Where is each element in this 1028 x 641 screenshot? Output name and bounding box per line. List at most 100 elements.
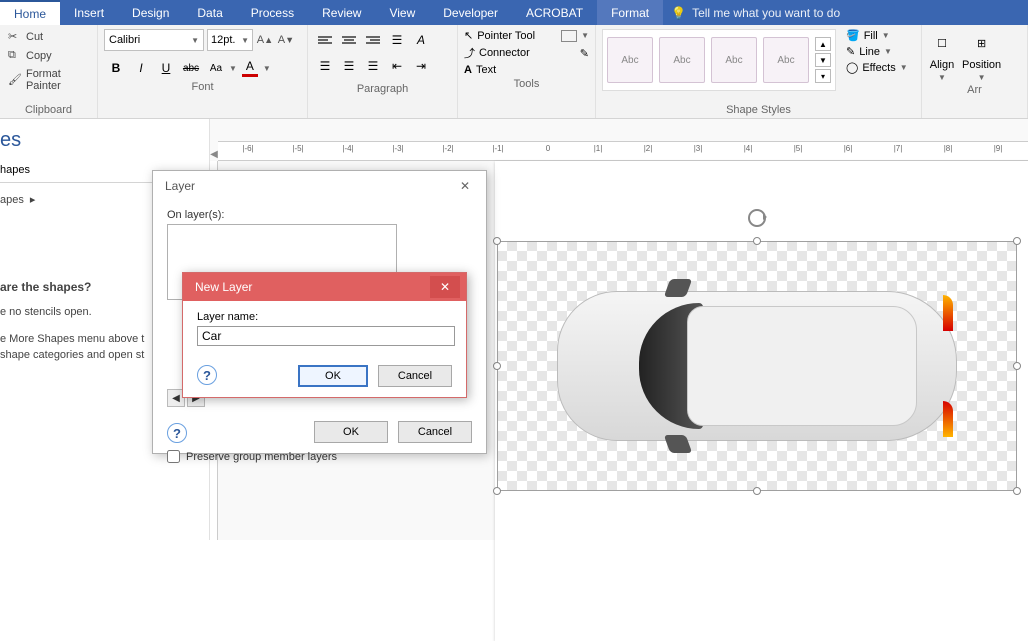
gallery-up-button[interactable]: ▲ [815, 37, 831, 51]
shape-style-swatch[interactable]: Abc [659, 37, 705, 83]
pointer-label: Pointer Tool [477, 30, 535, 42]
brush-icon: 🖌 [8, 73, 22, 87]
more-shapes-label: apes [0, 194, 24, 206]
resize-handle-sw[interactable] [493, 487, 501, 495]
align-button[interactable]: ☐ Align ▼ [928, 29, 956, 82]
resize-handle-ne[interactable] [1013, 237, 1021, 245]
copy-label: Copy [26, 50, 52, 62]
text-tool-button[interactable]: AText [464, 64, 589, 76]
align-middle-button[interactable]: ☰ [338, 55, 360, 77]
new-layer-close-button[interactable]: ✕ [430, 276, 460, 298]
pointer-tool-button[interactable]: ↖Pointer Tool▼ [464, 29, 589, 42]
layer-name-input[interactable] [197, 326, 455, 346]
resize-handle-n[interactable] [753, 237, 761, 245]
bold-button[interactable]: B [104, 57, 128, 79]
arrange-group-label: Arr [928, 82, 1021, 98]
preserve-members-checkbox[interactable] [167, 450, 180, 463]
gallery-more-button[interactable]: ▾ [815, 69, 831, 83]
bullets-button[interactable]: ☰ [386, 29, 408, 51]
group-shape-styles: Abc Abc Abc Abc ▲ ▼ ▾ 🪣Fill▼ ✎Line▼ ◯Eff… [596, 25, 922, 118]
resize-handle-w[interactable] [493, 362, 501, 370]
tab-insert[interactable]: Insert [60, 0, 118, 25]
ruler-mark: |9| [994, 144, 1003, 153]
font-size-select[interactable]: 12pt.▼ [207, 29, 253, 51]
ruler-mark: |8| [944, 144, 953, 153]
tab-data[interactable]: Data [183, 0, 236, 25]
line-button[interactable]: ✎Line▼ [846, 45, 908, 58]
layer-cancel-button[interactable]: Cancel [398, 421, 472, 443]
grow-font-button[interactable]: A▲ [256, 29, 274, 51]
freeform-icon[interactable]: ✎ [580, 47, 589, 60]
copy-button[interactable]: ⧉ Copy [6, 48, 91, 64]
tab-home[interactable]: Home [0, 0, 60, 25]
shapes-pane-title: es [0, 119, 209, 158]
decrease-indent-button[interactable]: ⇤ [386, 55, 408, 77]
new-layer-ok-button[interactable]: OK [298, 365, 368, 387]
layer-dialog-close-button[interactable]: ✕ [450, 174, 480, 198]
resize-handle-nw[interactable] [493, 237, 501, 245]
align-center-button[interactable] [338, 29, 360, 51]
ribbon-tabs: Home Insert Design Data Process Review V… [0, 0, 1028, 25]
new-layer-cancel-button[interactable]: Cancel [378, 365, 452, 387]
ruler-mark: |4| [744, 144, 753, 153]
scroll-left-button[interactable]: ◀ [210, 147, 218, 161]
shape-style-swatch[interactable]: Abc [763, 37, 809, 83]
connector-button[interactable]: ⤴Connector✎ [464, 45, 589, 61]
tab-design[interactable]: Design [118, 0, 183, 25]
align-right-button[interactable] [362, 29, 384, 51]
help-icon[interactable]: ? [197, 365, 217, 385]
line-label: Line [859, 46, 880, 58]
ruler-mark: |7| [894, 144, 903, 153]
tab-view[interactable]: View [375, 0, 429, 25]
group-tools: ↖Pointer Tool▼ ⤴Connector✎ AText Tools [458, 25, 596, 118]
ruler-mark: |6| [844, 144, 853, 153]
ruler-mark: |1| [594, 144, 603, 153]
format-painter-button[interactable]: 🖌Format Painter [6, 67, 91, 93]
tab-format[interactable]: Format [597, 0, 663, 25]
gallery-down-button[interactable]: ▼ [815, 53, 831, 67]
layer-ok-button[interactable]: OK [314, 421, 388, 443]
tab-review[interactable]: Review [308, 0, 375, 25]
ruler-mark: |-6| [242, 144, 253, 153]
drawing-page[interactable] [495, 161, 1028, 641]
layer-dialog-titlebar[interactable]: Layer ✕ [153, 171, 486, 201]
tell-me-search[interactable]: 💡 Tell me what you want to do [671, 0, 840, 25]
align-left-button[interactable] [314, 29, 336, 51]
selection-box[interactable] [497, 241, 1017, 491]
new-layer-titlebar[interactable]: New Layer ✕ [183, 273, 466, 301]
align-bottom-button[interactable]: ☰ [362, 55, 384, 77]
change-case-button[interactable]: Aa [204, 57, 228, 79]
chevron-down-icon: ▼ [978, 73, 986, 82]
copy-icon: ⧉ [8, 49, 22, 63]
resize-handle-s[interactable] [753, 487, 761, 495]
tab-developer[interactable]: Developer [429, 0, 512, 25]
ruler-mark: |-1| [492, 144, 503, 153]
help-icon[interactable]: ? [167, 423, 187, 443]
font-color-button[interactable]: A [238, 57, 262, 79]
effects-button[interactable]: ◯Effects▼ [846, 61, 908, 74]
text-direction-button[interactable]: A [410, 29, 432, 51]
rectangle-icon[interactable] [561, 30, 577, 42]
fill-button[interactable]: 🪣Fill▼ [846, 29, 908, 42]
cut-button[interactable]: ✂Cut [6, 29, 91, 45]
pen-icon: ✎ [846, 45, 855, 58]
italic-button[interactable]: I [129, 57, 153, 79]
group-paragraph: ☰ A ☰ ☰ ☰ ⇤ ⇥ Paragraph [308, 25, 458, 118]
effects-icon: ◯ [846, 61, 858, 74]
strike-button[interactable]: abc [179, 57, 203, 79]
resize-handle-e[interactable] [1013, 362, 1021, 370]
shape-style-swatch[interactable]: Abc [711, 37, 757, 83]
rotate-handle[interactable] [748, 209, 766, 227]
align-top-button[interactable]: ☰ [314, 55, 336, 77]
ruler-mark: |-4| [342, 144, 353, 153]
font-name-select[interactable]: Calibri▼ [104, 29, 204, 51]
tab-process[interactable]: Process [237, 0, 308, 25]
connector-label: Connector [479, 47, 530, 59]
shrink-font-button[interactable]: A▼ [277, 29, 295, 51]
underline-button[interactable]: U [154, 57, 178, 79]
tab-acrobat[interactable]: ACROBAT [512, 0, 597, 25]
position-button[interactable]: ⊞ Position ▼ [962, 29, 1001, 82]
increase-indent-button[interactable]: ⇥ [410, 55, 432, 77]
shape-style-swatch[interactable]: Abc [607, 37, 653, 83]
resize-handle-se[interactable] [1013, 487, 1021, 495]
